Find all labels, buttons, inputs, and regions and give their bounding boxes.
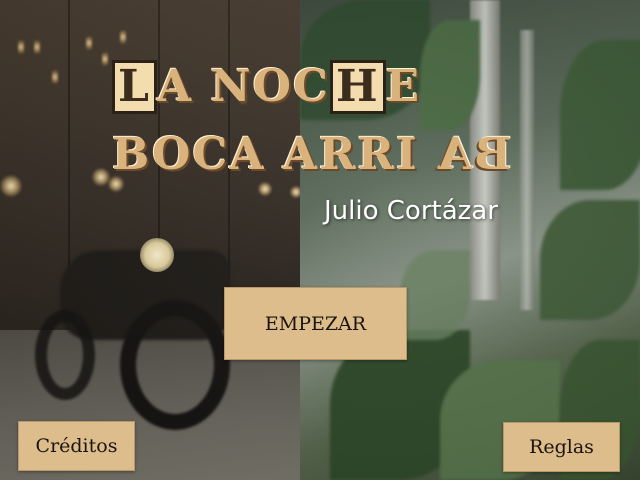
title-flipped-text: BA xyxy=(436,129,512,180)
start-button[interactable]: EMPEZAR xyxy=(224,287,407,360)
credits-button[interactable]: Créditos xyxy=(18,421,135,471)
title-boxed-letter: H xyxy=(329,60,386,114)
title-text: A NOC xyxy=(156,61,330,112)
title-line-2: BOCA ARRI BA xyxy=(112,126,562,184)
title-line-1: LA NOC H E xyxy=(112,58,562,116)
title-boxed-letter: L xyxy=(112,60,157,114)
game-title: LA NOC H E BOCA ARRI BA xyxy=(112,58,562,184)
rules-button[interactable]: Reglas xyxy=(503,422,620,472)
title-text: E xyxy=(385,61,422,112)
author-name: Julio Cortázar xyxy=(324,196,498,226)
title-text: BOCA ARRI xyxy=(112,129,419,180)
